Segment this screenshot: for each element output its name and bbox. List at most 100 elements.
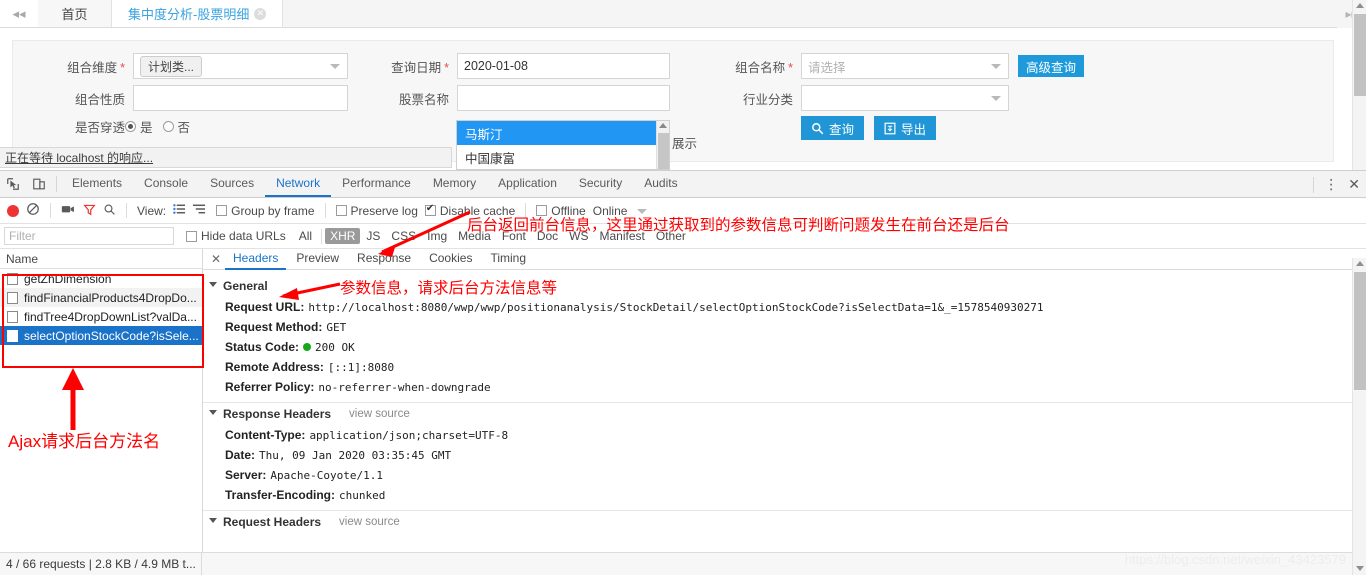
response-row-transfer-encoding: Transfer-Encoding: chunked bbox=[203, 485, 1352, 505]
app-tab-stock-detail[interactable]: 集中度分析-股票明细 ✕ bbox=[112, 0, 284, 27]
filter-input[interactable] bbox=[4, 227, 174, 245]
preserve-log-checkbox[interactable] bbox=[335, 205, 347, 216]
detail-tab-preview[interactable]: Preview bbox=[288, 249, 347, 270]
list-view-icon[interactable] bbox=[173, 203, 186, 218]
request-type-icon bbox=[7, 310, 18, 323]
required-marker: * bbox=[788, 60, 793, 75]
stock-option-0[interactable]: 马斯汀 bbox=[457, 121, 669, 145]
group-by-frame-checkbox[interactable] bbox=[216, 205, 228, 216]
filter-type-xhr[interactable]: XHR bbox=[325, 228, 361, 244]
camera-icon[interactable] bbox=[61, 203, 76, 218]
request-list-header[interactable]: Name bbox=[0, 249, 202, 269]
dimension-label: 组合维度 * bbox=[67, 60, 125, 75]
industry-select[interactable] bbox=[801, 85, 1009, 111]
hide-data-urls-option[interactable]: Hide data URLs bbox=[186, 229, 286, 243]
request-row-3[interactable]: selectOptionStockCode?isSele... bbox=[0, 326, 202, 345]
penetrate-label: 是否穿透 bbox=[74, 121, 125, 135]
watermark: https://blog.csdn.net/weixin_43423579 bbox=[1124, 552, 1346, 567]
search-icon[interactable] bbox=[103, 203, 116, 219]
detail-tab-cookies[interactable]: Cookies bbox=[421, 249, 480, 270]
preserve-log-label: Preserve log bbox=[350, 203, 418, 218]
scroll-down-icon[interactable] bbox=[1356, 566, 1364, 571]
devtools-tab-network[interactable]: Network bbox=[265, 171, 332, 197]
required-marker: * bbox=[120, 60, 125, 75]
advanced-query-button[interactable]: 高级查询 bbox=[1018, 55, 1085, 77]
devtools-tab-sources[interactable]: Sources bbox=[199, 171, 265, 197]
response-headers-section-title[interactable]: Response Headers view source bbox=[203, 403, 1352, 425]
page-scrollbar[interactable] bbox=[1352, 0, 1366, 170]
devtools-scroll-thumb[interactable] bbox=[1354, 272, 1366, 390]
portfolio-name-select[interactable]: 请选择 bbox=[801, 53, 1009, 79]
dropdown-scroll-thumb[interactable] bbox=[658, 133, 669, 169]
inspect-element-icon[interactable] bbox=[0, 171, 26, 197]
request-row-2[interactable]: findTree4DropDownList?valDa... bbox=[0, 307, 202, 326]
close-icon[interactable]: ✕ bbox=[1348, 176, 1360, 193]
nature-input[interactable] bbox=[133, 85, 348, 111]
dimension-chip[interactable]: 计划类... bbox=[140, 55, 203, 77]
scroll-up-icon[interactable] bbox=[1355, 261, 1364, 266]
app-tab-home[interactable]: 首页 bbox=[38, 0, 112, 27]
close-detail-icon[interactable]: ✕ bbox=[209, 252, 223, 266]
dimension-select[interactable]: 计划类... bbox=[133, 53, 348, 79]
disable-cache-checkbox[interactable] bbox=[424, 203, 436, 216]
devtools-tab-audits[interactable]: Audits bbox=[633, 171, 688, 197]
network-status-text: 4 / 66 requests | 2.8 KB / 4.9 MB t... bbox=[6, 557, 196, 571]
export-button-label: 导出 bbox=[901, 122, 927, 137]
stock-name-input[interactable] bbox=[457, 85, 670, 111]
penetrate-radio-group[interactable]: 是 否 bbox=[125, 117, 190, 136]
devtools-tab-console[interactable]: Console bbox=[133, 171, 199, 197]
filter-type-js[interactable]: JS bbox=[361, 228, 385, 244]
device-toolbar-icon[interactable] bbox=[26, 171, 52, 197]
clear-icon[interactable] bbox=[26, 202, 40, 219]
hide-data-urls-label: Hide data URLs bbox=[201, 229, 286, 243]
search-button[interactable]: 查询 bbox=[801, 116, 865, 140]
request-method-key: Request Method: bbox=[225, 320, 323, 334]
penetrate-radio-yes[interactable] bbox=[125, 121, 136, 132]
devtools-tab-performance[interactable]: Performance bbox=[331, 171, 422, 197]
request-view-source-link[interactable]: view source bbox=[339, 516, 400, 528]
preserve-log-option[interactable]: Preserve log bbox=[335, 203, 418, 218]
browser-status-text: 正在等待 localhost 的响应... bbox=[5, 151, 154, 165]
record-stop-icon[interactable] bbox=[7, 204, 19, 217]
devtools-tab-memory[interactable]: Memory bbox=[422, 171, 487, 197]
waterfall-view-icon[interactable] bbox=[193, 203, 206, 218]
response-view-source-link[interactable]: view source bbox=[349, 408, 410, 420]
chevron-down-icon bbox=[991, 64, 1001, 69]
request-row-1[interactable]: findFinancialProducts4DropDo... bbox=[0, 288, 202, 307]
detail-tab-response[interactable]: Response bbox=[349, 249, 419, 270]
close-icon[interactable]: ✕ bbox=[254, 7, 267, 20]
page-scroll-thumb[interactable] bbox=[1354, 14, 1366, 96]
status-ok-icon bbox=[303, 343, 312, 351]
request-row-0[interactable]: getZhDimension bbox=[0, 269, 202, 288]
dropdown-scrollbar[interactable] bbox=[656, 121, 669, 169]
kebab-menu-icon[interactable]: ⋮ bbox=[1324, 177, 1338, 191]
devtools-tab-elements[interactable]: Elements bbox=[61, 171, 133, 197]
request-url-value[interactable]: http://localhost:8080/wwp/wwp/positionan… bbox=[308, 301, 1043, 314]
detail-tab-timing[interactable]: Timing bbox=[482, 249, 534, 270]
chevron-down-icon bbox=[991, 96, 1001, 101]
request-headers-section-title[interactable]: Request Headers view source bbox=[203, 511, 1352, 533]
industry-label: 行业分类 bbox=[742, 92, 793, 107]
scroll-up-icon[interactable] bbox=[659, 123, 667, 128]
group-by-frame-option[interactable]: Group by frame bbox=[216, 204, 315, 218]
detail-tab-headers[interactable]: Headers bbox=[225, 249, 287, 270]
hide-data-urls-checkbox[interactable] bbox=[186, 230, 197, 242]
export-button[interactable]: 导出 bbox=[874, 116, 937, 140]
devtools-tab-security[interactable]: Security bbox=[568, 171, 633, 197]
scroll-up-icon[interactable] bbox=[1355, 3, 1364, 8]
status-code-value: 200 OK bbox=[315, 341, 355, 354]
filter-type-css[interactable]: CSS bbox=[386, 228, 421, 244]
filter-type-all[interactable]: All bbox=[294, 228, 317, 244]
devtools-scrollbar[interactable] bbox=[1352, 258, 1366, 575]
double-chevron-left-icon[interactable]: ◂◂ bbox=[0, 0, 38, 27]
filter-funnel-icon[interactable] bbox=[83, 203, 96, 219]
query-date-input[interactable]: 2020-01-08 bbox=[457, 53, 670, 79]
stock-name-dropdown[interactable]: 马斯汀 中国康富 bbox=[456, 120, 670, 170]
stock-option-1[interactable]: 中国康富 bbox=[457, 145, 669, 169]
penetrate-radio-no[interactable] bbox=[162, 121, 174, 132]
request-headers-title-label: Request Headers bbox=[223, 515, 322, 529]
filter-type-img[interactable]: Img bbox=[422, 228, 452, 244]
devtools-tab-application[interactable]: Application bbox=[487, 171, 568, 197]
server-value: Apache-Coyote/1.1 bbox=[270, 469, 383, 482]
field-portfolio-name: 组合名称 * 请选择 高级查询 bbox=[729, 53, 1085, 79]
